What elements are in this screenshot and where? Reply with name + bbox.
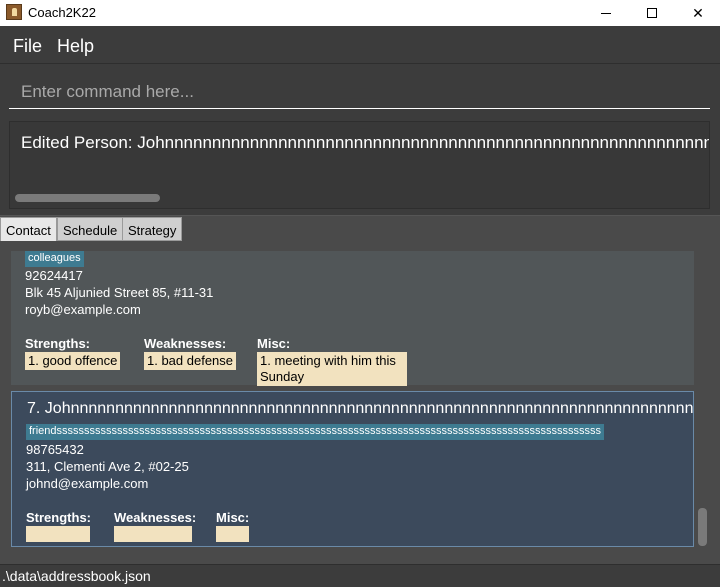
strength-note-empty bbox=[26, 526, 90, 542]
close-button[interactable]: ✕ bbox=[675, 0, 720, 26]
minimize-button[interactable] bbox=[583, 0, 629, 26]
strengths-label: Strengths: bbox=[25, 336, 90, 351]
status-file-path: .\data\addressbook.json bbox=[2, 568, 151, 584]
misc-note: 1. meeting with him this Sunday bbox=[257, 352, 407, 386]
coach-app-icon bbox=[6, 4, 22, 20]
menu-file[interactable]: File bbox=[13, 36, 42, 57]
person-email: royb@example.com bbox=[25, 302, 141, 317]
person-address: Blk 45 Aljunied Street 85, #11-31 bbox=[25, 285, 214, 300]
tag-badge: colleagues bbox=[25, 251, 84, 267]
tab-bar: Contact Schedule Strategy bbox=[0, 215, 720, 241]
result-horizontal-scrollbar[interactable] bbox=[15, 194, 160, 202]
minimize-icon bbox=[601, 12, 611, 14]
tag-badge: friendssssssssssssssssssssssssssssssssss… bbox=[26, 424, 605, 440]
result-text: Edited Person: Johnnnnnnnnnnnnnnnnnnnnnn… bbox=[21, 133, 710, 152]
tab-schedule[interactable]: Schedule bbox=[57, 217, 124, 241]
title-bar: Coach2K22 ✕ bbox=[0, 0, 720, 26]
result-display: Edited Person: Johnnnnnnnnnnnnnnnnnnnnnn… bbox=[9, 121, 710, 209]
person-address: 311, Clementi Ave 2, #02-25 bbox=[26, 459, 189, 474]
weakness-note: 1. bad defense bbox=[144, 352, 237, 370]
person-email: johnd@example.com bbox=[26, 476, 149, 491]
person-phone: 92624417 bbox=[25, 268, 83, 283]
weaknesses-label: Weaknesses: bbox=[144, 336, 227, 351]
menu-help[interactable]: Help bbox=[57, 36, 94, 57]
person-card-selected[interactable]: 7. Johnnnnnnnnnnnnnnnnnnnnnnnnnnnnnnnnnn… bbox=[11, 391, 694, 547]
strength-note: 1. good offence bbox=[25, 352, 121, 370]
person-list: colleagues 92624417 Blk 45 Aljunied Stre… bbox=[0, 241, 720, 564]
list-vertical-scrollbar[interactable] bbox=[698, 508, 707, 546]
misc-label: Misc: bbox=[216, 510, 250, 525]
person-card[interactable]: colleagues 92624417 Blk 45 Aljunied Stre… bbox=[11, 251, 694, 386]
misc-label: Misc: bbox=[257, 336, 291, 351]
tab-contact[interactable]: Contact bbox=[0, 217, 57, 241]
weaknesses-label: Weaknesses: bbox=[114, 510, 197, 525]
menu-bar: File Help bbox=[0, 26, 720, 64]
window-title: Coach2K22 bbox=[28, 5, 96, 20]
person-phone: 98765432 bbox=[26, 442, 84, 457]
tab-strategy[interactable]: Strategy bbox=[122, 217, 183, 241]
close-icon: ✕ bbox=[692, 4, 704, 21]
weakness-note-empty bbox=[114, 526, 192, 542]
misc-note-line: Sunday bbox=[260, 369, 305, 384]
strengths-label: Strengths: bbox=[26, 510, 91, 525]
maximize-icon bbox=[647, 8, 657, 18]
misc-note-empty bbox=[216, 526, 249, 542]
misc-note-line: 1. meeting with him this bbox=[260, 353, 396, 368]
person-name: 7. Johnnnnnnnnnnnnnnnnnnnnnnnnnnnnnnnnnn… bbox=[27, 400, 694, 417]
status-bar: .\data\addressbook.json bbox=[0, 564, 720, 587]
maximize-button[interactable] bbox=[629, 0, 675, 26]
command-box bbox=[0, 65, 720, 115]
command-input[interactable] bbox=[9, 75, 710, 109]
